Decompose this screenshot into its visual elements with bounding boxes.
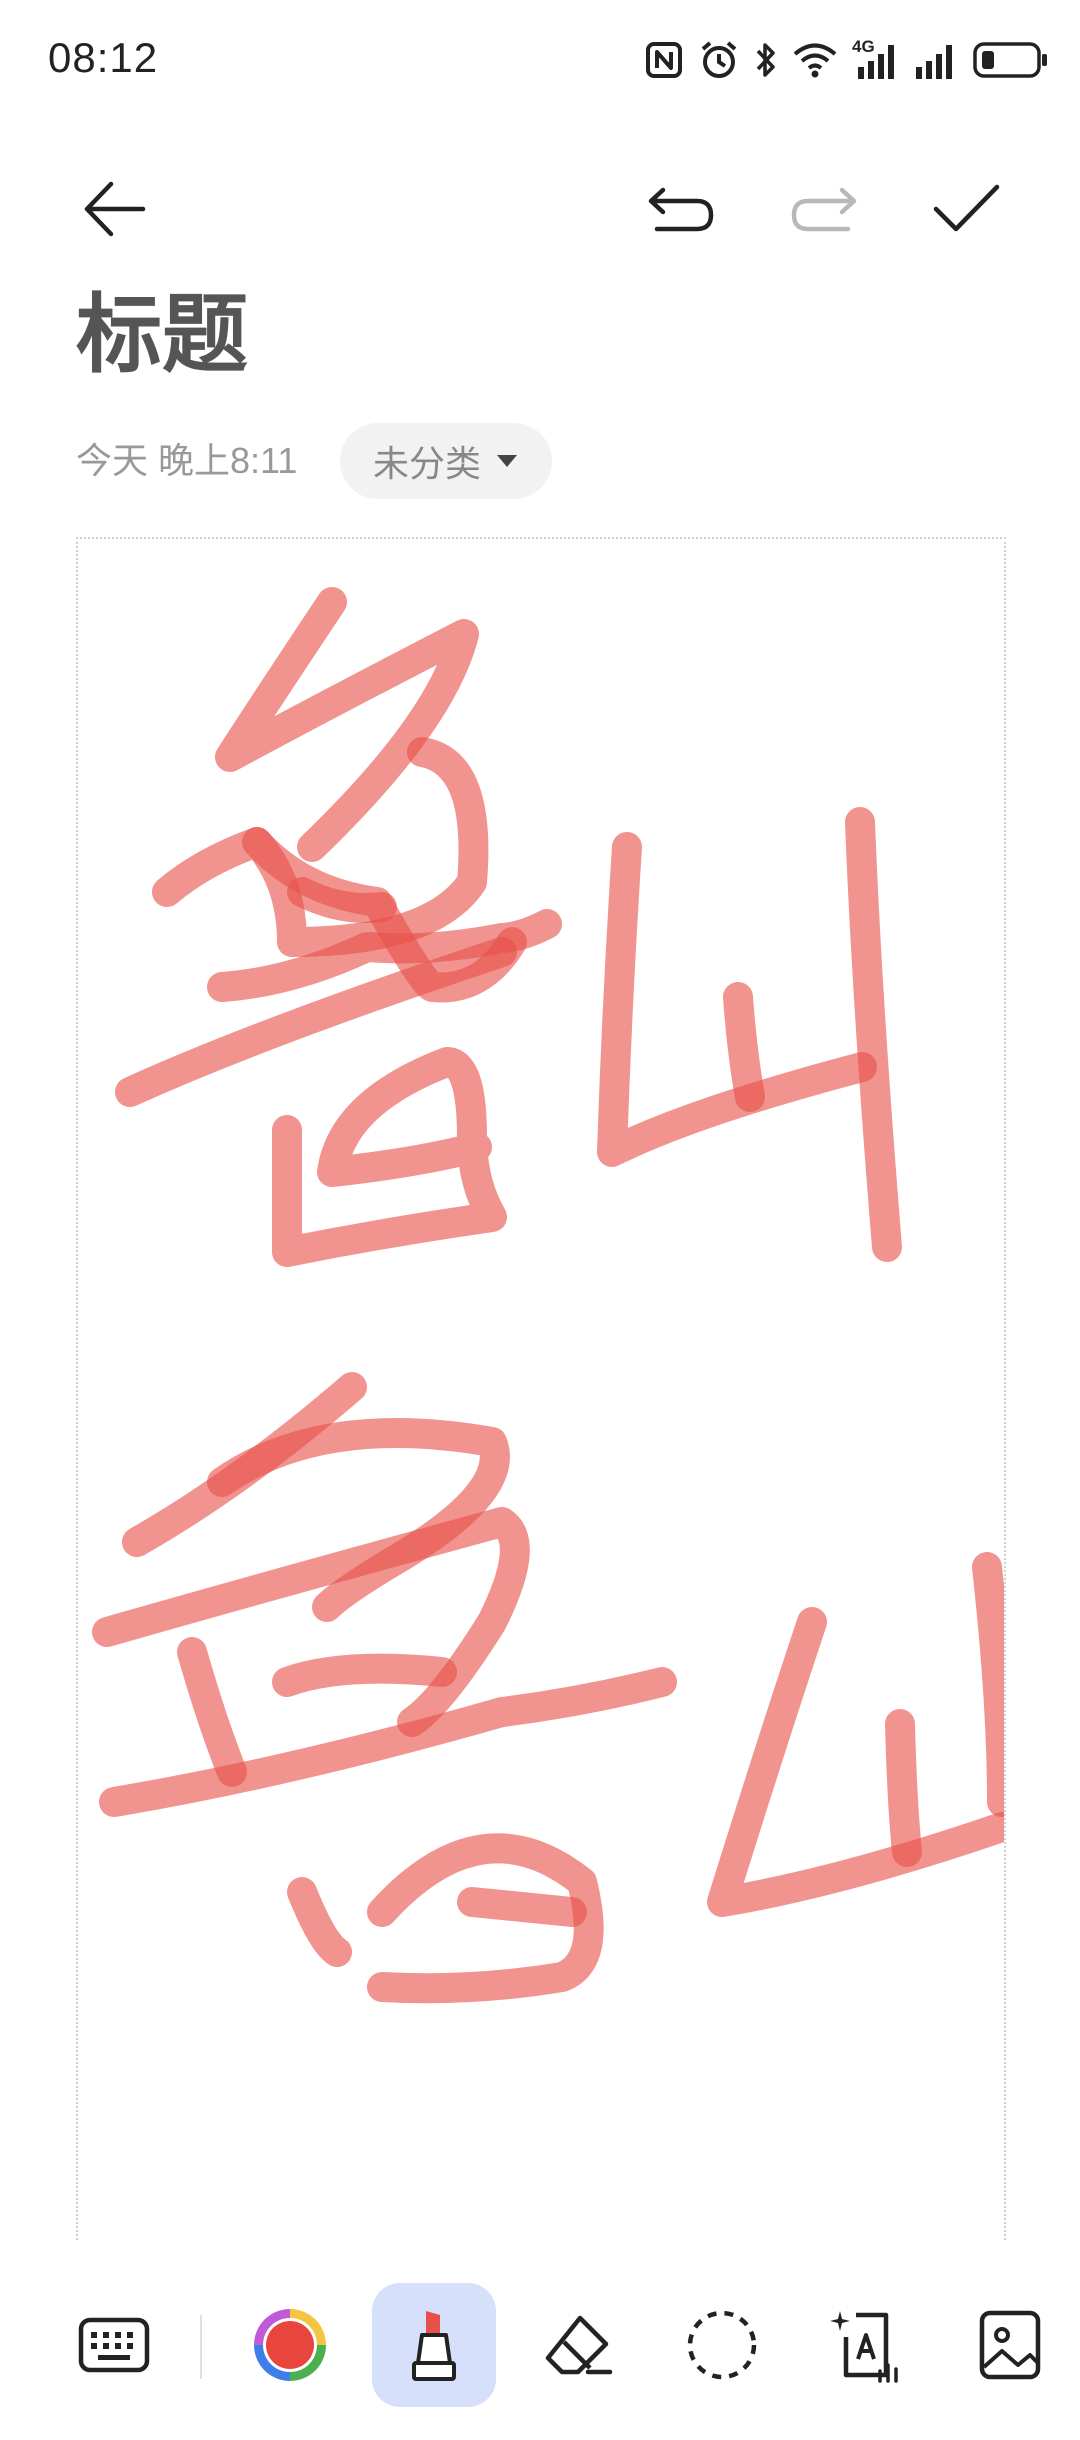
drawing-canvas[interactable]	[76, 537, 1006, 2240]
cellular-4g-signal: 4G	[852, 37, 900, 81]
keyboard-button[interactable]	[52, 2283, 176, 2407]
handwriting-to-text-button[interactable]	[804, 2283, 928, 2407]
eraser-icon	[545, 2315, 613, 2375]
signal-bars-icon	[916, 45, 952, 79]
keyboard-icon	[78, 2317, 150, 2373]
back-button[interactable]	[66, 161, 162, 257]
color-picker-button[interactable]	[228, 2283, 352, 2407]
category-label: 未分类	[372, 443, 481, 484]
handwriting-strokes	[92, 587, 1004, 2004]
nfc-icon	[646, 42, 682, 78]
eraser-button[interactable]	[516, 2283, 640, 2407]
marker-pen-button[interactable]	[372, 2283, 496, 2407]
redo-button[interactable]	[777, 161, 873, 257]
status-bar: 08:12 4G	[0, 0, 1080, 125]
undo-icon	[648, 187, 714, 232]
wifi-icon	[793, 43, 837, 78]
insert-image-icon	[979, 2310, 1041, 2380]
save-check-button[interactable]	[918, 161, 1014, 257]
lasso-select-button[interactable]	[660, 2283, 784, 2407]
category-dropdown[interactable]: 未分类	[340, 423, 552, 499]
insert-image-button[interactable]	[948, 2283, 1072, 2407]
note-date: 今天 晚上8:11	[76, 440, 298, 481]
alarm-icon	[701, 41, 737, 78]
dropdown-triangle-icon	[497, 455, 517, 467]
toolbar-divider	[200, 2315, 202, 2379]
status-time: 08:12	[48, 34, 159, 81]
color-wheel-icon	[254, 2309, 326, 2381]
editor-toolbar	[0, 155, 1080, 265]
redo-icon	[791, 187, 857, 232]
bluetooth-icon	[756, 43, 775, 77]
note-title[interactable]: 标题	[76, 292, 248, 378]
bottom-toolbar	[0, 2255, 1080, 2440]
battery-icon	[973, 42, 1047, 78]
handwriting-to-text-icon	[830, 2311, 898, 2383]
status-icons: 4G	[644, 32, 1050, 88]
back-arrow-icon	[84, 181, 146, 237]
marker-pen-icon	[412, 2311, 456, 2381]
lasso-select-icon	[687, 2310, 757, 2380]
check-icon	[933, 184, 1000, 232]
signal-bars-icon	[858, 45, 894, 79]
undo-button[interactable]	[632, 161, 728, 257]
